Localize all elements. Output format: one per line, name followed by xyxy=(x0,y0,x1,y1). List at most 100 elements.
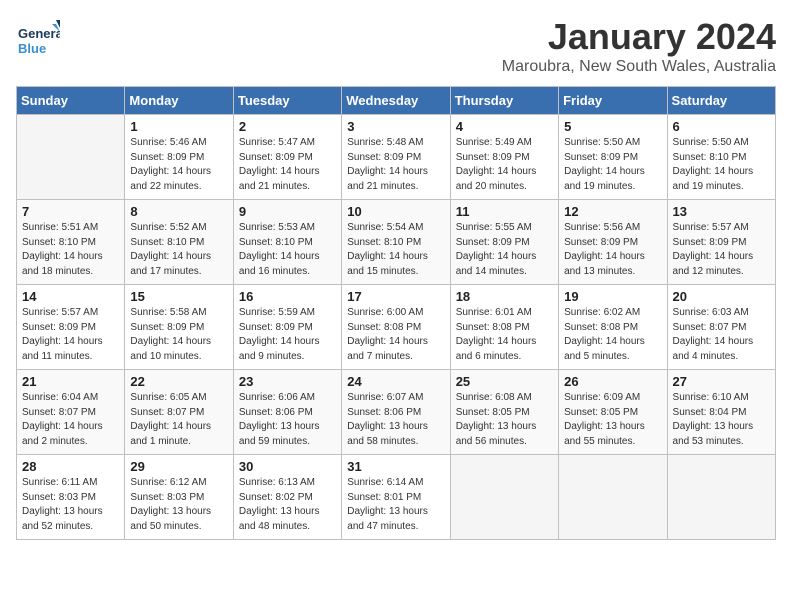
day-info: Sunrise: 6:09 AM Sunset: 8:05 PM Dayligh… xyxy=(564,391,661,449)
calendar-cell: 15 Sunrise: 5:58 AM Sunset: 8:09 PM Dayli… xyxy=(125,285,233,370)
day-info: Sunrise: 5:56 AM Sunset: 8:09 PM Dayligh… xyxy=(564,221,661,279)
calendar-cell: 12 Sunrise: 5:56 AM Sunset: 8:09 PM Dayli… xyxy=(559,200,667,285)
day-number: 8 xyxy=(130,204,227,219)
day-info: Sunrise: 6:13 AM Sunset: 8:02 PM Dayligh… xyxy=(239,476,336,534)
day-info: Sunrise: 5:50 AM Sunset: 8:10 PM Dayligh… xyxy=(673,136,770,194)
day-info: Sunrise: 5:49 AM Sunset: 8:09 PM Dayligh… xyxy=(456,136,553,194)
day-number: 19 xyxy=(564,289,661,304)
day-info: Sunrise: 5:50 AM Sunset: 8:09 PM Dayligh… xyxy=(564,136,661,194)
svg-text:Blue: Blue xyxy=(18,41,46,56)
day-info: Sunrise: 5:52 AM Sunset: 8:10 PM Dayligh… xyxy=(130,221,227,279)
day-header-tuesday: Tuesday xyxy=(233,87,341,115)
calendar-cell: 29 Sunrise: 6:12 AM Sunset: 8:03 PM Dayli… xyxy=(125,455,233,540)
day-info: Sunrise: 6:14 AM Sunset: 8:01 PM Dayligh… xyxy=(347,476,444,534)
calendar-cell: 7Sunrise: 5:51 AM Sunset: 8:10 PM Daylig… xyxy=(17,200,125,285)
day-number: 16 xyxy=(239,289,336,304)
calendar-cell: 4 Sunrise: 5:49 AM Sunset: 8:09 PM Daylig… xyxy=(450,115,558,200)
day-info: Sunrise: 5:57 AM Sunset: 8:09 PM Dayligh… xyxy=(22,306,119,364)
day-info: Sunrise: 6:12 AM Sunset: 8:03 PM Dayligh… xyxy=(130,476,227,534)
day-number: 21 xyxy=(22,374,119,389)
logo: General Blue xyxy=(16,16,64,60)
day-number: 20 xyxy=(673,289,770,304)
day-header-wednesday: Wednesday xyxy=(342,87,450,115)
calendar-cell: 9 Sunrise: 5:53 AM Sunset: 8:10 PM Daylig… xyxy=(233,200,341,285)
calendar-cell: 5 Sunrise: 5:50 AM Sunset: 8:09 PM Daylig… xyxy=(559,115,667,200)
day-number: 2 xyxy=(239,119,336,134)
day-number: 1 xyxy=(130,119,227,134)
calendar-week-row: 14Sunrise: 5:57 AM Sunset: 8:09 PM Dayli… xyxy=(17,285,776,370)
day-number: 10 xyxy=(347,204,444,219)
day-info: Sunrise: 5:53 AM Sunset: 8:10 PM Dayligh… xyxy=(239,221,336,279)
calendar-cell: 27 Sunrise: 6:10 AM Sunset: 8:04 PM Dayli… xyxy=(667,370,775,455)
day-number: 12 xyxy=(564,204,661,219)
day-info: Sunrise: 6:05 AM Sunset: 8:07 PM Dayligh… xyxy=(130,391,227,449)
day-header-sunday: Sunday xyxy=(17,87,125,115)
day-number: 3 xyxy=(347,119,444,134)
day-info: Sunrise: 5:58 AM Sunset: 8:09 PM Dayligh… xyxy=(130,306,227,364)
day-number: 22 xyxy=(130,374,227,389)
calendar-cell: 31 Sunrise: 6:14 AM Sunset: 8:01 PM Dayli… xyxy=(342,455,450,540)
day-info: Sunrise: 5:55 AM Sunset: 8:09 PM Dayligh… xyxy=(456,221,553,279)
day-info: Sunrise: 5:51 AM Sunset: 8:10 PM Dayligh… xyxy=(22,221,119,279)
calendar-cell xyxy=(559,455,667,540)
calendar-cell: 17 Sunrise: 6:00 AM Sunset: 8:08 PM Dayli… xyxy=(342,285,450,370)
day-info: Sunrise: 6:07 AM Sunset: 8:06 PM Dayligh… xyxy=(347,391,444,449)
calendar-cell: 13 Sunrise: 5:57 AM Sunset: 8:09 PM Dayli… xyxy=(667,200,775,285)
day-number: 17 xyxy=(347,289,444,304)
calendar-cell: 6 Sunrise: 5:50 AM Sunset: 8:10 PM Daylig… xyxy=(667,115,775,200)
day-number: 27 xyxy=(673,374,770,389)
day-info: Sunrise: 5:59 AM Sunset: 8:09 PM Dayligh… xyxy=(239,306,336,364)
calendar-cell: 30 Sunrise: 6:13 AM Sunset: 8:02 PM Dayli… xyxy=(233,455,341,540)
day-number: 13 xyxy=(673,204,770,219)
calendar-table: SundayMondayTuesdayWednesdayThursdayFrid… xyxy=(16,86,776,540)
calendar-cell: 18 Sunrise: 6:01 AM Sunset: 8:08 PM Dayli… xyxy=(450,285,558,370)
calendar-cell: 25Sunrise: 6:08 AM Sunset: 8:05 PM Dayli… xyxy=(450,370,558,455)
day-info: Sunrise: 6:06 AM Sunset: 8:06 PM Dayligh… xyxy=(239,391,336,449)
day-info: Sunrise: 6:03 AM Sunset: 8:07 PM Dayligh… xyxy=(673,306,770,364)
day-info: Sunrise: 6:01 AM Sunset: 8:08 PM Dayligh… xyxy=(456,306,553,364)
calendar-week-row: 21 Sunrise: 6:04 AM Sunset: 8:07 PM Dayli… xyxy=(17,370,776,455)
svg-text:General: General xyxy=(18,26,60,41)
calendar-cell xyxy=(667,455,775,540)
location-title: Maroubra, New South Wales, Australia xyxy=(502,58,776,76)
calendar-cell: 19 Sunrise: 6:02 AM Sunset: 8:08 PM Dayli… xyxy=(559,285,667,370)
title-area: January 2024 Maroubra, New South Wales, … xyxy=(502,16,776,76)
calendar-header-row: SundayMondayTuesdayWednesdayThursdayFrid… xyxy=(17,87,776,115)
day-number: 31 xyxy=(347,459,444,474)
calendar-cell: 8 Sunrise: 5:52 AM Sunset: 8:10 PM Daylig… xyxy=(125,200,233,285)
calendar-cell: 28Sunrise: 6:11 AM Sunset: 8:03 PM Dayli… xyxy=(17,455,125,540)
day-number: 26 xyxy=(564,374,661,389)
calendar-week-row: 7Sunrise: 5:51 AM Sunset: 8:10 PM Daylig… xyxy=(17,200,776,285)
day-info: Sunrise: 6:04 AM Sunset: 8:07 PM Dayligh… xyxy=(22,391,119,449)
day-number: 5 xyxy=(564,119,661,134)
calendar-cell: 2Sunrise: 5:47 AM Sunset: 8:09 PM Daylig… xyxy=(233,115,341,200)
day-number: 24 xyxy=(347,374,444,389)
calendar-cell: 11 Sunrise: 5:55 AM Sunset: 8:09 PM Dayli… xyxy=(450,200,558,285)
day-number: 28 xyxy=(22,459,119,474)
day-number: 30 xyxy=(239,459,336,474)
day-info: Sunrise: 6:02 AM Sunset: 8:08 PM Dayligh… xyxy=(564,306,661,364)
calendar-cell xyxy=(17,115,125,200)
day-info: Sunrise: 6:00 AM Sunset: 8:08 PM Dayligh… xyxy=(347,306,444,364)
calendar-cell: 23Sunrise: 6:06 AM Sunset: 8:06 PM Dayli… xyxy=(233,370,341,455)
calendar-cell: 1 Sunrise: 5:46 AM Sunset: 8:09 PM Daylig… xyxy=(125,115,233,200)
month-title: January 2024 xyxy=(502,16,776,58)
day-info: Sunrise: 6:10 AM Sunset: 8:04 PM Dayligh… xyxy=(673,391,770,449)
calendar-cell: 22 Sunrise: 6:05 AM Sunset: 8:07 PM Dayli… xyxy=(125,370,233,455)
day-number: 29 xyxy=(130,459,227,474)
calendar-cell: 16 Sunrise: 5:59 AM Sunset: 8:09 PM Dayli… xyxy=(233,285,341,370)
day-number: 18 xyxy=(456,289,553,304)
calendar-cell: 3Sunrise: 5:48 AM Sunset: 8:09 PM Daylig… xyxy=(342,115,450,200)
calendar-week-row: 1 Sunrise: 5:46 AM Sunset: 8:09 PM Daylig… xyxy=(17,115,776,200)
day-number: 25 xyxy=(456,374,553,389)
day-number: 4 xyxy=(456,119,553,134)
day-number: 11 xyxy=(456,204,553,219)
day-number: 15 xyxy=(130,289,227,304)
day-info: Sunrise: 5:46 AM Sunset: 8:09 PM Dayligh… xyxy=(130,136,227,194)
day-number: 9 xyxy=(239,204,336,219)
day-info: Sunrise: 5:57 AM Sunset: 8:09 PM Dayligh… xyxy=(673,221,770,279)
header: General Blue January 2024 Maroubra, New … xyxy=(16,16,776,76)
logo-icon: General Blue xyxy=(16,16,60,60)
calendar-week-row: 28Sunrise: 6:11 AM Sunset: 8:03 PM Dayli… xyxy=(17,455,776,540)
day-number: 6 xyxy=(673,119,770,134)
